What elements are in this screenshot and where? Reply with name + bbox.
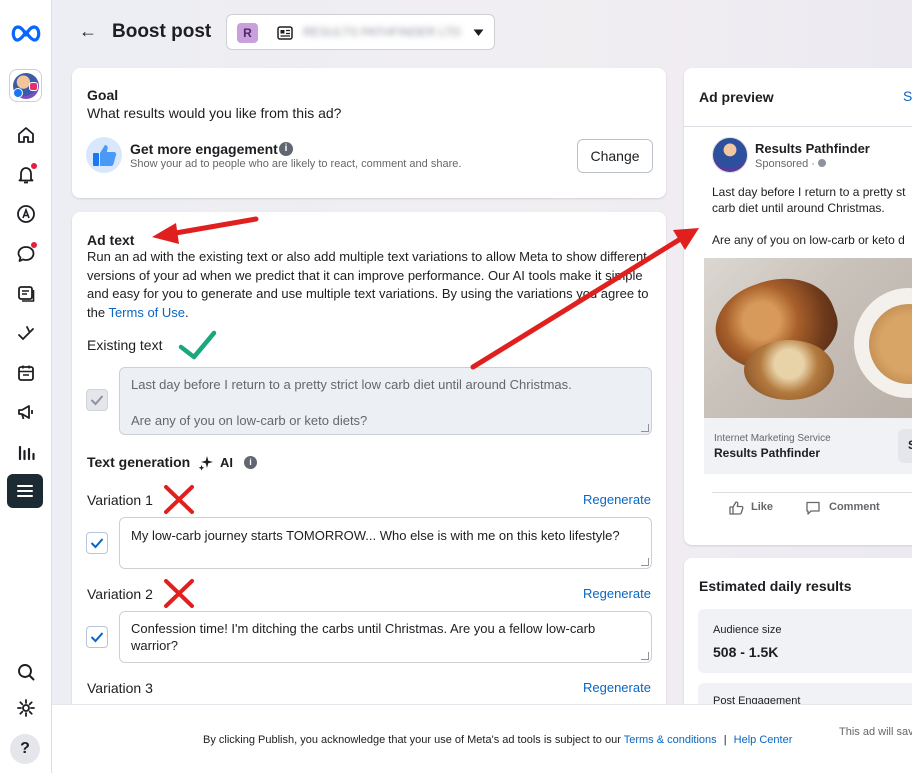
green-checkmark-annotation (178, 330, 217, 360)
meta-logo-icon[interactable] (10, 22, 42, 44)
red-arrow-to-preview (470, 228, 699, 370)
search-icon[interactable] (15, 661, 37, 683)
calendar-planner-icon[interactable] (15, 362, 37, 384)
home-icon[interactable] (15, 124, 37, 146)
red-x-variation-1 (164, 485, 194, 514)
analytics-bars-icon[interactable] (15, 441, 37, 463)
megaphone-ads-icon[interactable] (15, 401, 37, 423)
left-sidebar: ? (0, 0, 52, 773)
account-avatar[interactable] (9, 69, 42, 102)
notification-badge (31, 163, 37, 169)
help-button[interactable]: ? (10, 734, 40, 764)
red-arrow-to-ad-text (152, 216, 259, 244)
all-tools-menu-button[interactable] (7, 474, 43, 508)
content-library-icon[interactable] (15, 282, 37, 304)
annotation-overlay (152, 216, 699, 608)
inbox-badge (31, 242, 37, 248)
ads-manager-icon[interactable] (15, 203, 37, 225)
insights-icon[interactable] (15, 322, 37, 344)
red-x-variation-2 (164, 579, 194, 608)
hamburger-menu-icon (17, 485, 33, 497)
main-area: ← Boost post R RESULTS PATHFINDER LTD Go… (52, 0, 912, 773)
settings-gear-icon[interactable] (15, 697, 37, 719)
